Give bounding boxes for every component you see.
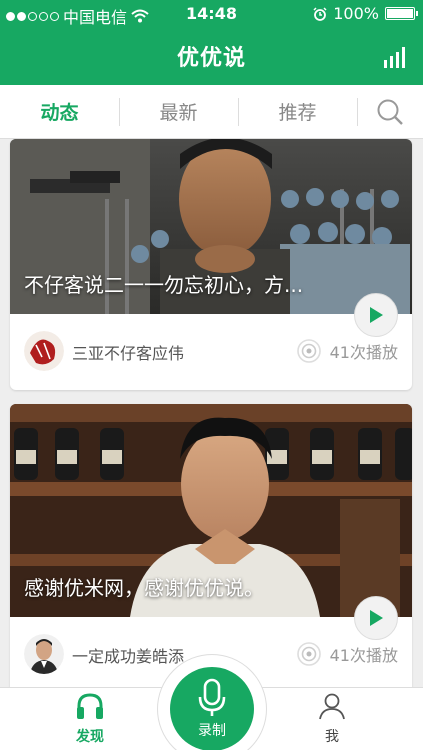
audio-wave-icon <box>296 339 321 363</box>
card-cover-image[interactable]: 感谢优米网，感谢优优说。 <box>10 404 412 617</box>
tab-latest[interactable]: 最新 <box>119 85 238 138</box>
record-area: 录制 <box>157 654 267 750</box>
play-count: 41次播放 <box>296 338 398 364</box>
search-button[interactable] <box>357 85 423 138</box>
play-button[interactable] <box>354 293 398 337</box>
card-title: 不仔客说二一一勿忘初心，方... <box>24 273 304 297</box>
tab-bar: 动态 最新 推荐 <box>0 85 423 139</box>
record-button[interactable]: 录制 <box>170 667 254 750</box>
tab-discover-label: 发现 <box>76 729 104 745</box>
battery-icon <box>385 7 418 20</box>
feed-card[interactable]: 感谢优米网，感谢优优说。 一定成功姜皓添 41次播放 <box>10 404 412 687</box>
feed-list[interactable]: 不仔客说二一一勿忘初心，方... 三亚不仔客应伟 41次播放 感谢优米网，感谢优… <box>0 139 423 687</box>
tab-me-label: 我 <box>325 729 339 745</box>
avatar[interactable] <box>24 634 64 674</box>
play-button[interactable] <box>354 596 398 640</box>
avatar[interactable] <box>24 331 64 371</box>
play-icon <box>370 307 383 323</box>
microphone-icon <box>198 678 226 716</box>
nav-bar: 优优说 <box>0 28 423 85</box>
feed-card[interactable]: 不仔客说二一一勿忘初心，方... 三亚不仔客应伟 41次播放 <box>10 139 412 390</box>
tab-dynamic[interactable]: 动态 <box>0 85 119 138</box>
user-icon <box>319 693 345 720</box>
card-cover-image[interactable]: 不仔客说二一一勿忘初心，方... <box>10 139 412 314</box>
record-label: 录制 <box>198 723 226 739</box>
tab-me[interactable]: 我 <box>292 692 372 746</box>
alarm-icon <box>313 6 327 21</box>
page-title: 优优说 <box>176 46 246 71</box>
play-icon <box>370 610 383 626</box>
tab-discover[interactable]: 发现 <box>50 692 130 746</box>
card-footer: 三亚不仔客应伟 41次播放 <box>10 293 412 390</box>
audio-wave-icon <box>296 642 321 666</box>
play-count: 41次播放 <box>296 641 398 667</box>
play-count-label: 41次播放 <box>329 646 398 665</box>
status-right: 100% <box>313 4 418 23</box>
stats-icon[interactable] <box>383 46 407 68</box>
play-count-label: 41次播放 <box>329 343 398 362</box>
card-title: 感谢优米网，感谢优优说。 <box>24 576 264 600</box>
author-name[interactable]: 三亚不仔客应伟 <box>72 340 184 364</box>
battery-percent: 100% <box>333 4 379 23</box>
headphones-icon <box>77 693 103 719</box>
tab-recommended[interactable]: 推荐 <box>238 85 357 138</box>
status-bar: 中国电信 14:48 100% <box>0 0 423 28</box>
search-icon <box>377 99 403 125</box>
